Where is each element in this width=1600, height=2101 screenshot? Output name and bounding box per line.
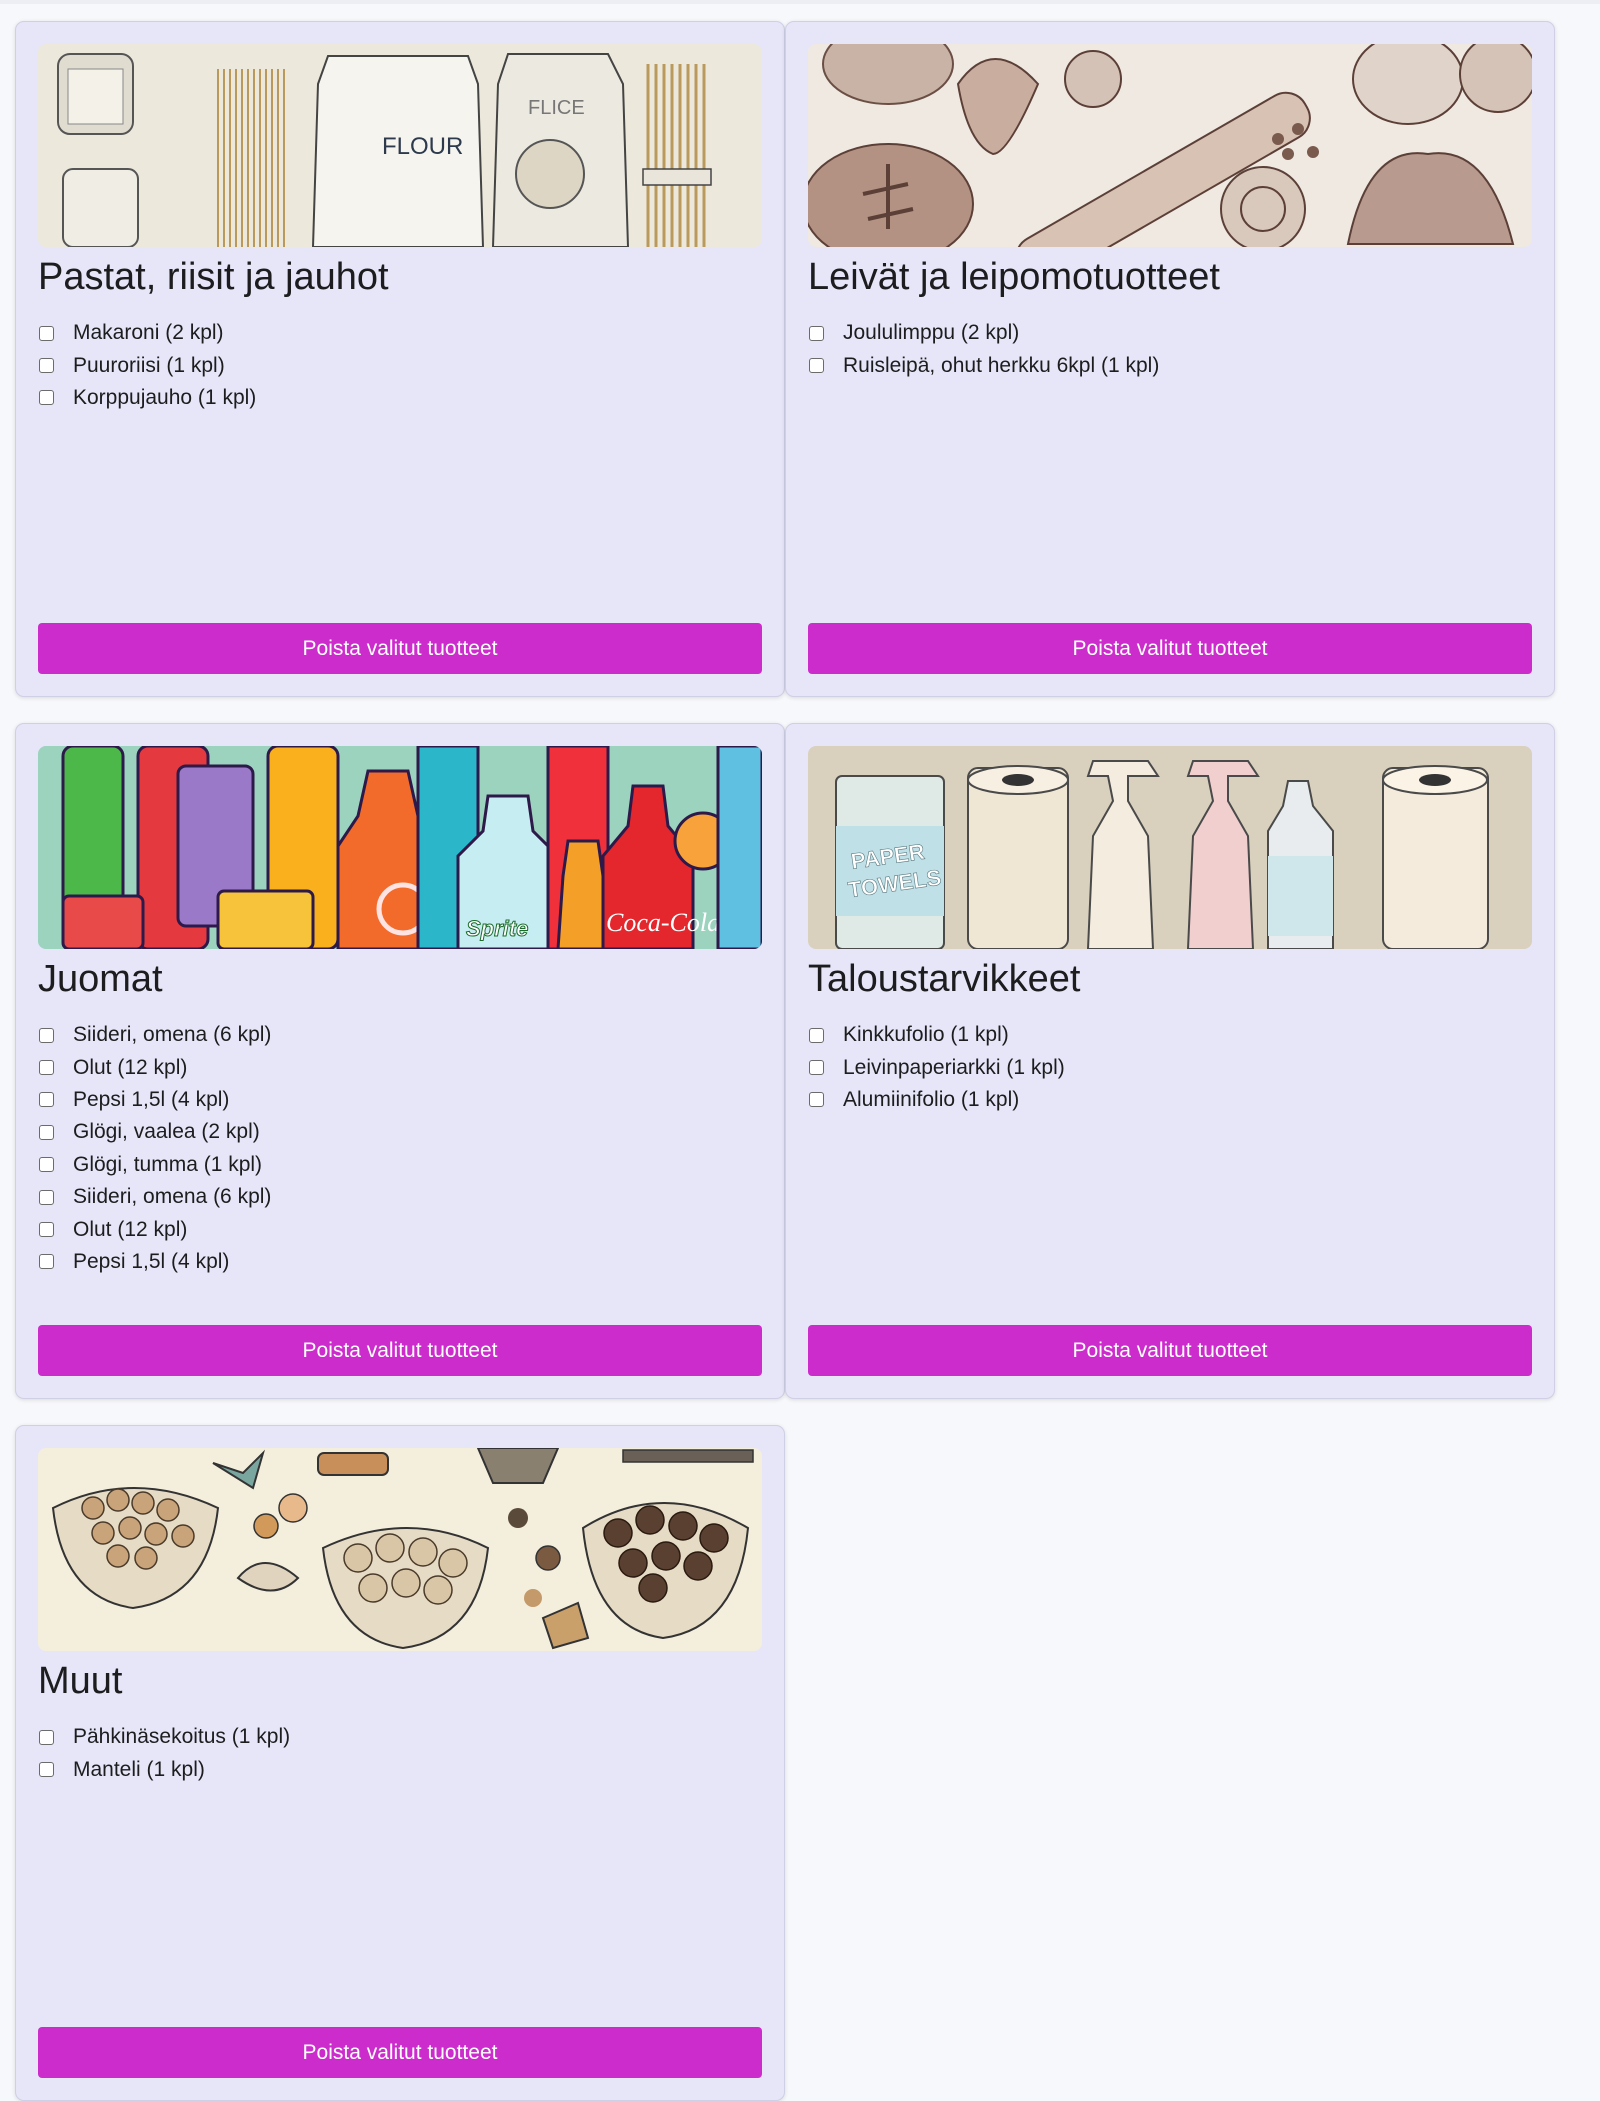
item-checkbox[interactable] xyxy=(809,358,824,374)
remove-selected-button[interactable]: Poista valitut tuotteet xyxy=(38,2027,762,2078)
item-label: Leivinpaperiarkki (1 kpl) xyxy=(843,1055,1065,1079)
item-list: Joululimppu (2 kpl) Ruisleipä, ohut herk… xyxy=(808,317,1532,623)
item-checkbox[interactable] xyxy=(39,1729,54,1745)
item-checkbox[interactable] xyxy=(39,1060,54,1076)
list-item: Alumiinifolio (1 kpl) xyxy=(808,1084,1532,1116)
household-supplies-image: PAPER TOWELS xyxy=(808,746,1532,949)
item-label: Kinkkufolio (1 kpl) xyxy=(843,1023,1009,1047)
item-checkbox[interactable] xyxy=(809,1060,824,1076)
item-label: Alumiinifolio (1 kpl) xyxy=(843,1087,1020,1111)
item-label: Olut (12 kpl) xyxy=(73,1217,188,1241)
bakery-image xyxy=(808,44,1532,247)
item-label: Glögi, tumma (1 kpl) xyxy=(73,1152,263,1176)
list-item: Korppujauho (1 kpl) xyxy=(38,382,762,414)
category-grid: FLOUR FLICE Pastat, riisit ja jauhot Mak xyxy=(15,21,1555,2101)
remove-selected-button[interactable]: Poista valitut tuotteet xyxy=(38,1325,762,1376)
list-item: Kinkkufolio (1 kpl) xyxy=(808,1019,1532,1051)
item-label: Siideri, omena (6 kpl) xyxy=(73,1023,272,1047)
category-title: Muut xyxy=(38,1660,123,1702)
cola-label: Coca-Cola xyxy=(606,908,720,937)
category-card-juomat: Sprite Coca-Cola Juomat Siideri, omena (… xyxy=(15,723,785,1399)
list-item: Pähkinäsekoitus (1 kpl) xyxy=(38,1721,762,1753)
item-checkbox[interactable] xyxy=(809,1027,824,1043)
item-checkbox[interactable] xyxy=(39,1027,54,1043)
item-label: Joululimppu (2 kpl) xyxy=(843,321,1020,345)
item-label: Korppujauho (1 kpl) xyxy=(73,385,257,409)
list-item: Makaroni (2 kpl) xyxy=(38,317,762,349)
remove-selected-button[interactable]: Poista valitut tuotteet xyxy=(808,1325,1532,1376)
item-label: Puuroriisi (1 kpl) xyxy=(73,353,225,377)
list-item: Olut (12 kpl) xyxy=(38,1051,762,1083)
list-item: Glögi, tumma (1 kpl) xyxy=(38,1149,762,1181)
flour-label: FLOUR xyxy=(382,133,463,160)
remove-selected-button[interactable]: Poista valitut tuotteet xyxy=(808,623,1532,674)
list-item: Puuroriisi (1 kpl) xyxy=(38,349,762,381)
item-label: Pepsi 1,5l (4 kpl) xyxy=(73,1087,230,1111)
flour-pasta-image: FLOUR FLICE xyxy=(38,44,762,247)
drinks-image: Sprite Coca-Cola xyxy=(38,746,762,949)
item-checkbox[interactable] xyxy=(39,1124,54,1140)
item-list: Makaroni (2 kpl) Puuroriisi (1 kpl) Korp… xyxy=(38,317,762,623)
item-checkbox[interactable] xyxy=(39,325,54,341)
item-label: Olut (12 kpl) xyxy=(73,1055,188,1079)
item-checkbox[interactable] xyxy=(809,1092,824,1108)
list-item: Joululimppu (2 kpl) xyxy=(808,317,1532,349)
item-label: Pepsi 1,5l (4 kpl) xyxy=(73,1249,230,1273)
item-checkbox[interactable] xyxy=(809,325,824,341)
list-item: Siideri, omena (6 kpl) xyxy=(38,1181,762,1213)
item-checkbox[interactable] xyxy=(39,1092,54,1108)
list-item: Leivinpaperiarkki (1 kpl) xyxy=(808,1051,1532,1083)
item-label: Siideri, omena (6 kpl) xyxy=(73,1185,272,1209)
item-list: Pähkinäsekoitus (1 kpl) Manteli (1 kpl) xyxy=(38,1721,762,2027)
item-label: Makaroni (2 kpl) xyxy=(73,321,224,345)
category-card-pastat: FLOUR FLICE Pastat, riisit ja jauhot Mak xyxy=(15,21,785,697)
nuts-sweets-image xyxy=(38,1448,762,1651)
item-label: Ruisleipä, ohut herkku 6kpl (1 kpl) xyxy=(843,353,1160,377)
sprite-label: Sprite xyxy=(466,916,528,941)
category-card-leivat: Leivät ja leipomotuotteet Joululimppu (2… xyxy=(785,21,1555,697)
item-checkbox[interactable] xyxy=(39,1189,54,1205)
list-item: Pepsi 1,5l (4 kpl) xyxy=(38,1084,762,1116)
flice-label: FLICE xyxy=(528,97,585,119)
list-item: Pepsi 1,5l (4 kpl) xyxy=(38,1246,762,1278)
list-item: Siideri, omena (6 kpl) xyxy=(38,1019,762,1051)
item-label: Pähkinäsekoitus (1 kpl) xyxy=(73,1725,291,1749)
item-list: Siideri, omena (6 kpl) Olut (12 kpl) Pep… xyxy=(38,1019,762,1325)
category-title: Pastat, riisit ja jauhot xyxy=(38,256,389,298)
category-card-taloustarvikkeet: PAPER TOWELS Taloustarvikkeet Kinkkufoli… xyxy=(785,723,1555,1399)
remove-selected-button[interactable]: Poista valitut tuotteet xyxy=(38,623,762,674)
item-checkbox[interactable] xyxy=(39,390,54,406)
category-card-muut: Muut Pähkinäsekoitus (1 kpl) Manteli (1 … xyxy=(15,1425,785,2101)
category-title: Leivät ja leipomotuotteet xyxy=(808,256,1220,298)
list-item: Olut (12 kpl) xyxy=(38,1213,762,1245)
item-checkbox[interactable] xyxy=(39,1157,54,1173)
item-checkbox[interactable] xyxy=(39,1222,54,1238)
item-label: Glögi, vaalea (2 kpl) xyxy=(73,1120,260,1144)
list-item: Manteli (1 kpl) xyxy=(38,1753,762,1785)
category-title: Juomat xyxy=(38,958,163,1000)
item-checkbox[interactable] xyxy=(39,1254,54,1270)
list-item: Glögi, vaalea (2 kpl) xyxy=(38,1116,762,1148)
page-top-divider xyxy=(0,0,1600,4)
item-checkbox[interactable] xyxy=(39,358,54,374)
item-checkbox[interactable] xyxy=(39,1762,54,1778)
category-title: Taloustarvikkeet xyxy=(808,958,1081,1000)
list-item: Ruisleipä, ohut herkku 6kpl (1 kpl) xyxy=(808,349,1532,381)
item-label: Manteli (1 kpl) xyxy=(73,1757,205,1781)
item-list: Kinkkufolio (1 kpl) Leivinpaperiarkki (1… xyxy=(808,1019,1532,1325)
